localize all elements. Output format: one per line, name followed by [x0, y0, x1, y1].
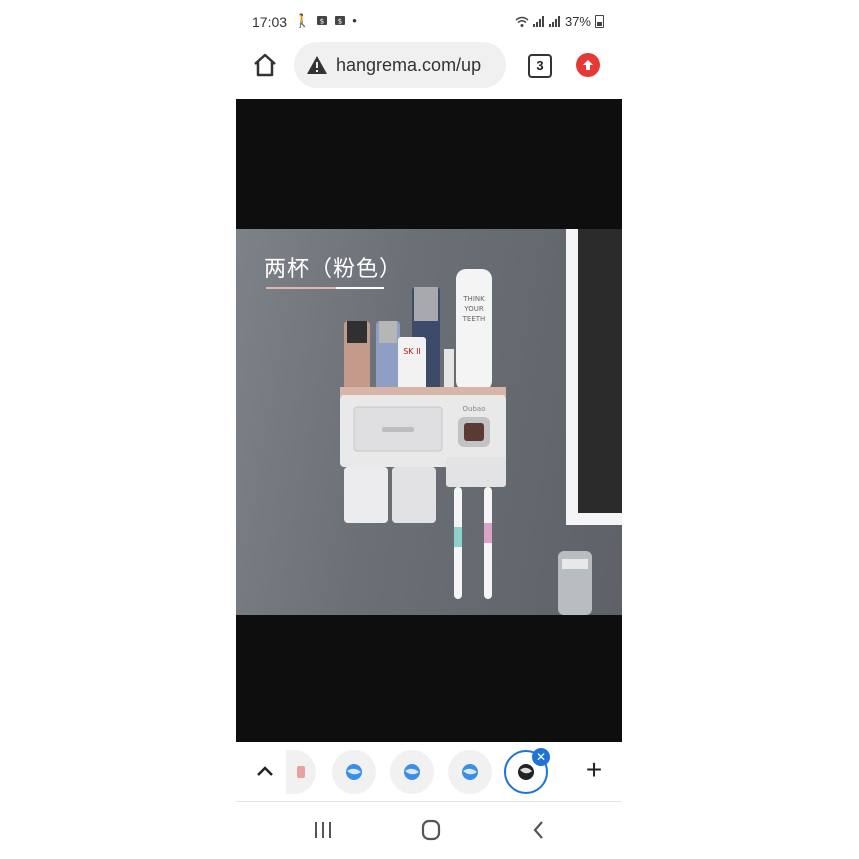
phone-screen: 17:03 🚶 $ $ • 37% hangrema.com/up 3 两杯（粉…	[236, 0, 622, 859]
system-nav-bar	[236, 802, 622, 859]
signal-icon	[548, 16, 560, 27]
globe-icon	[346, 764, 362, 780]
recents-icon[interactable]	[308, 816, 338, 844]
home-icon[interactable]	[416, 816, 446, 844]
update-button[interactable]	[576, 53, 600, 77]
page-icon	[297, 766, 305, 778]
tab-thumbnail-partial[interactable]	[286, 750, 316, 794]
tab-strip: ✕ +	[236, 743, 622, 801]
tab-thumbnail[interactable]	[390, 750, 434, 794]
system-icons: 37%	[515, 14, 604, 29]
wifi-call-icon	[515, 16, 529, 27]
battery-text: 37%	[564, 14, 591, 29]
svg-text:THINK: THINK	[462, 295, 485, 303]
svg-text:Oubao: Oubao	[463, 405, 486, 413]
svg-text:$: $	[338, 18, 342, 26]
page-content: 两杯（粉色） THINK YOUR TEETH SK II Oubao	[236, 99, 622, 742]
shopping-bag-icon: $	[317, 16, 328, 26]
svg-text:SK II: SK II	[403, 347, 421, 356]
tab-thumbnail[interactable]	[448, 750, 492, 794]
battery-icon	[595, 15, 604, 28]
chevron-up-icon[interactable]	[254, 761, 276, 783]
globe-icon	[518, 764, 534, 780]
browser-toolbar: hangrema.com/up 3	[236, 40, 622, 92]
dot-icon: •	[352, 13, 357, 28]
svg-text:TEETH: TEETH	[462, 315, 486, 323]
new-tab-button[interactable]: +	[580, 756, 608, 785]
status-time: 17:03	[252, 14, 288, 30]
walking-icon: 🚶	[294, 13, 311, 28]
close-tab-button[interactable]: ✕	[532, 748, 550, 766]
warning-icon	[307, 56, 327, 74]
svg-text:YOUR: YOUR	[463, 305, 484, 313]
tab-thumbnail[interactable]	[332, 750, 376, 794]
home-button[interactable]	[252, 52, 278, 78]
product-image[interactable]: 两杯（粉色） THINK YOUR TEETH SK II Oubao	[236, 229, 622, 615]
signal-icon	[532, 16, 544, 27]
globe-icon	[404, 764, 420, 780]
status-bar: 17:03 🚶 $ $ • 37%	[236, 8, 622, 36]
toothbrush-holder-illustration: THINK YOUR TEETH SK II Oubao	[340, 269, 592, 615]
svg-text:$: $	[320, 18, 324, 26]
url-text: hangrema.com/up	[336, 54, 482, 75]
back-icon[interactable]	[524, 816, 554, 844]
globe-icon	[462, 764, 478, 780]
arrow-up-icon	[583, 60, 593, 70]
url-bar[interactable]: hangrema.com/up	[294, 42, 506, 88]
tab-count-button[interactable]: 3	[528, 54, 552, 78]
notification-icons: 🚶 $ $ •	[294, 13, 357, 29]
shopping-bag-icon: $	[335, 16, 346, 26]
